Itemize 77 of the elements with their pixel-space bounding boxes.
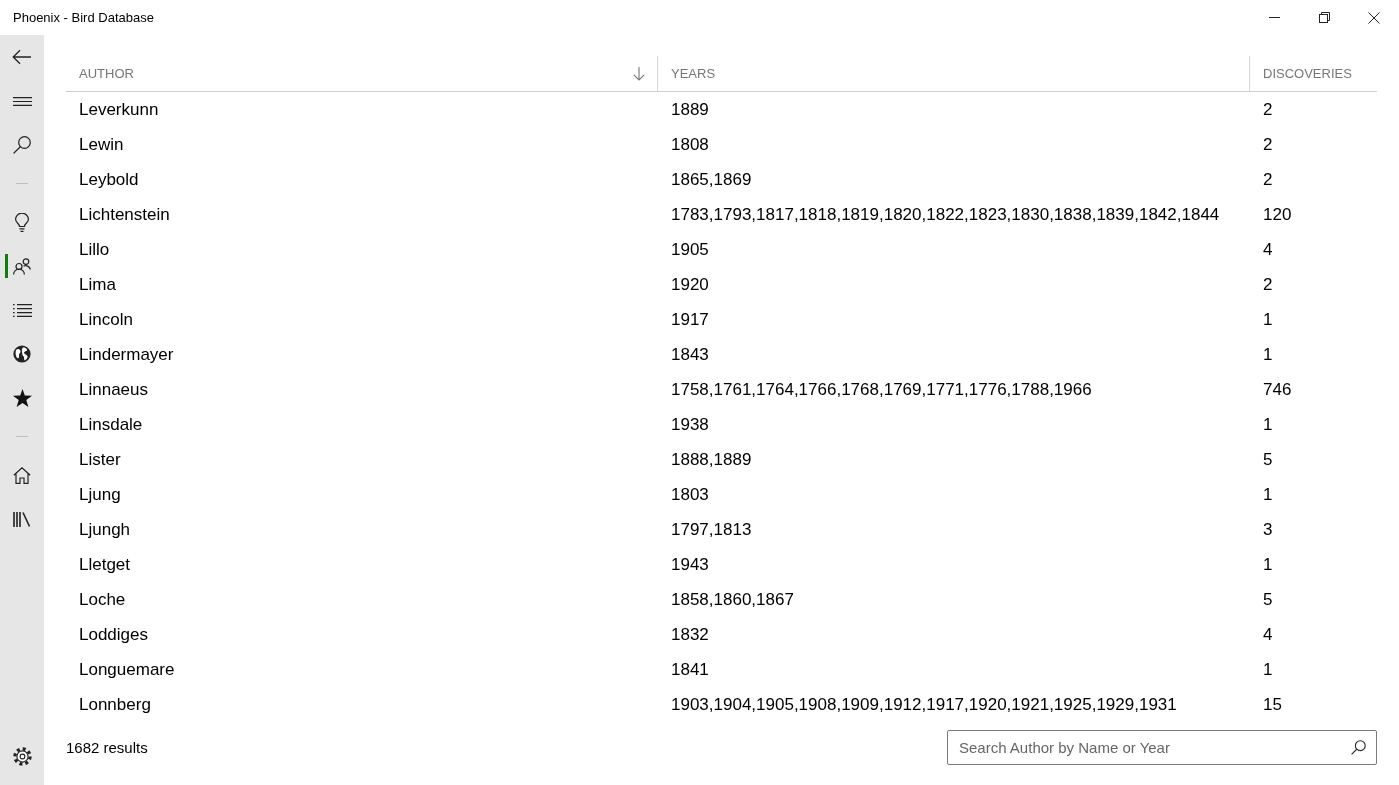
author-name: Linnaeus xyxy=(79,379,148,399)
discovery-count: 1 xyxy=(1263,659,1273,679)
author-name: Lichtenstein xyxy=(79,204,170,224)
column-header[interactable]: DISCOVERIES xyxy=(1249,56,1377,91)
discovery-years: 1889 xyxy=(671,99,709,119)
star-icon xyxy=(12,389,32,407)
minimize-icon xyxy=(1268,17,1280,18)
discovery-count: 1 xyxy=(1263,414,1273,434)
author-name: Lillo xyxy=(79,239,110,259)
search-icon xyxy=(13,136,31,154)
search-icon xyxy=(1351,740,1366,755)
people-icon xyxy=(13,257,31,275)
menu-icon xyxy=(12,96,32,106)
author-name: Lima xyxy=(79,274,116,294)
discovery-years: 1858,1860,1867 xyxy=(671,589,794,609)
author-name: Lister xyxy=(79,449,121,469)
result-count: 1682 results xyxy=(66,739,148,756)
discovery-years: 1843 xyxy=(671,344,709,364)
discovery-count: 2 xyxy=(1263,169,1273,189)
discovery-years: 1938 xyxy=(671,414,709,434)
settings-icon xyxy=(12,746,32,766)
discovery-years: 1917 xyxy=(671,309,709,329)
author-name: Leverkunn xyxy=(79,99,159,119)
separator-line xyxy=(16,183,28,184)
discovery-years: 1783,1793,1817,1818,1819,1820,1822,1823,1830,1838,1839,1842,1844 xyxy=(671,204,1220,224)
author-name: Leybold xyxy=(79,169,139,189)
discovery-years: 1920 xyxy=(671,274,709,294)
author-name: Ljung xyxy=(79,484,121,504)
discovery-years: 1797,1813 xyxy=(671,519,752,539)
discovery-years: 1808 xyxy=(671,134,709,154)
books-icon xyxy=(13,511,31,527)
discovery-count: 4 xyxy=(1263,624,1273,644)
author-name: Lincoln xyxy=(79,309,133,329)
window-title: Phoenix - Bird Database xyxy=(13,10,154,25)
discovery-years: 1905 xyxy=(671,239,709,259)
discovery-years: 1888,1889 xyxy=(671,449,752,469)
globe-icon xyxy=(13,345,31,363)
back-arrow-icon xyxy=(12,49,32,65)
discovery-count: 1 xyxy=(1263,344,1273,364)
column-header[interactable]: YEARS xyxy=(657,56,1249,91)
author-name: Loche xyxy=(79,589,126,609)
discovery-count: 1 xyxy=(1263,484,1273,504)
author-name: Loddiges xyxy=(79,624,148,644)
lightbulb-icon xyxy=(15,212,29,232)
restore-icon xyxy=(1318,12,1330,23)
discovery-years: 1841 xyxy=(671,659,709,679)
discovery-count: 2 xyxy=(1263,274,1273,294)
author-name: Lletget xyxy=(79,554,131,574)
list-icon xyxy=(12,303,32,317)
separator-line xyxy=(16,436,28,437)
home-icon xyxy=(13,466,31,484)
search-field[interactable]: Search Author by Name or Year xyxy=(947,730,1377,765)
discovery-count: 1 xyxy=(1263,309,1273,329)
discovery-years: 1903,1904,1905,1908,1909,1912,1917,1920,1921,1925,1929,1931 xyxy=(671,694,1177,714)
discovery-count: 3 xyxy=(1263,519,1273,539)
discovery-count: 4 xyxy=(1263,239,1273,259)
discovery-count: 5 xyxy=(1263,589,1273,609)
discovery-years: 1943 xyxy=(671,554,709,574)
discovery-count: 2 xyxy=(1263,99,1273,119)
discovery-count: 1 xyxy=(1263,554,1273,574)
discovery-count: 2 xyxy=(1263,134,1273,154)
discovery-years: 1803 xyxy=(671,484,709,504)
author-name: Lonnberg xyxy=(79,694,151,714)
close-icon xyxy=(1368,11,1380,24)
author-name: Linsdale xyxy=(79,414,143,434)
discovery-years: 1865,1869 xyxy=(671,169,752,189)
author-name: Ljungh xyxy=(79,519,131,539)
column-header[interactable]: AUTHOR xyxy=(66,56,657,91)
discovery-years: 1758,1761,1764,1766,1768,1769,1771,1776,1788,1966 xyxy=(671,379,1092,399)
discovery-count: 15 xyxy=(1263,694,1282,714)
discovery-years: 1832 xyxy=(671,624,709,644)
author-name: Lindermayer xyxy=(79,344,174,364)
discovery-count: 5 xyxy=(1263,449,1273,469)
discovery-count: 120 xyxy=(1263,204,1292,224)
author-name: Lewin xyxy=(79,134,124,154)
discovery-count: 746 xyxy=(1263,379,1292,399)
author-name: Longuemare xyxy=(79,659,175,679)
